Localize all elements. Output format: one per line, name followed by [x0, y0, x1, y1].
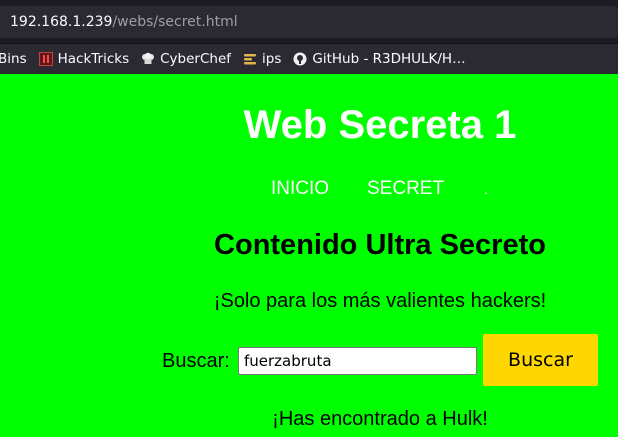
url-text[interactable]: 192.168.1.239/webs/secret.html	[10, 14, 238, 30]
url-host: 192.168.1.239	[10, 14, 113, 30]
bookmark-ips[interactable]: ips	[237, 44, 287, 74]
bookmark-label: Bins	[0, 51, 27, 67]
bookmark-github[interactable]: GitHub - R3DHULK/H…	[287, 44, 471, 74]
bookmark-hacktricks[interactable]: HackTricks	[33, 44, 136, 74]
bookmarks-toolbar: Bins HackTricks CyberChef ips GitHub - R…	[0, 44, 618, 74]
browser-url-bar: 192.168.1.239/webs/secret.html	[0, 0, 618, 44]
search-button[interactable]: Buscar	[483, 334, 598, 386]
address-field[interactable]: 192.168.1.239/webs/secret.html	[0, 6, 618, 38]
bookmark-cyberchef[interactable]: CyberChef	[135, 44, 237, 74]
ips-icon	[244, 54, 257, 65]
bookmark-label: CyberChef	[160, 51, 232, 67]
url-path: /webs/secret.html	[112, 14, 238, 30]
result-message: ¡Has encontrado a Hulk!	[272, 408, 488, 430]
hacktricks-icon	[38, 52, 53, 66]
search-input[interactable]	[238, 347, 477, 375]
main-nav: INICIO SECRET .	[0, 176, 618, 202]
bookmark-label: HackTricks	[57, 51, 130, 67]
bookmark-label: ips	[262, 51, 282, 67]
page-title: Web Secreta 1	[243, 103, 517, 147]
section-heading: Contenido Ultra Secreto	[214, 229, 546, 261]
chef-hat-icon	[142, 52, 155, 64]
github-icon	[293, 52, 307, 66]
bookmark-label: GitHub - R3DHULK/H…	[312, 51, 466, 67]
nav-link-secret[interactable]: SECRET	[367, 176, 444, 202]
bookmark-bins[interactable]: Bins	[0, 44, 33, 74]
tagline: ¡Solo para los más valientes hackers!	[213, 290, 547, 312]
search-label: Buscar:	[162, 350, 230, 372]
nav-link-dot[interactable]: .	[484, 176, 488, 202]
nav-link-inicio[interactable]: INICIO	[271, 176, 329, 202]
